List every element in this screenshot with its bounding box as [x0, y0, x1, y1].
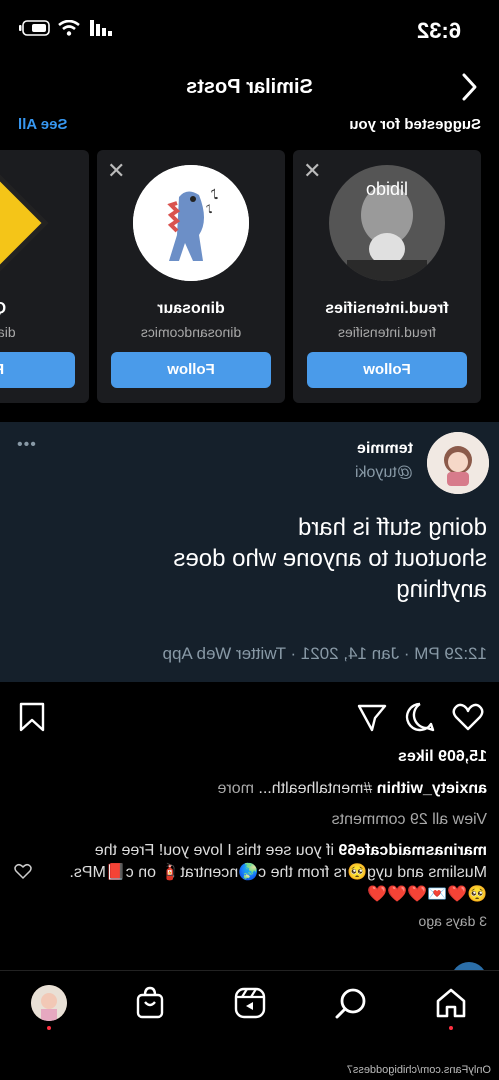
suggested-header: Suggested for you See All [0, 116, 499, 136]
status-icons [18, 20, 112, 36]
tweet-text: doing stuff is hard shoutout to anyone w… [11, 512, 487, 605]
comment: marinasmaidcafe69 if you see this I love… [47, 840, 487, 906]
card-name[interactable]: Qu [0, 300, 89, 318]
follow-button[interactable]: Fo [0, 352, 75, 388]
comment-icon[interactable] [403, 700, 437, 734]
status-bar: 6:32 [0, 0, 499, 60]
bottom-tab-bar: OnlyFans.com/chibigoddess7 [0, 970, 499, 1080]
more-dots-icon: ••• [16, 436, 36, 453]
card-name[interactable]: freud.intensifies [293, 300, 481, 318]
nav-header: Similar Posts [0, 60, 499, 116]
profile-notification-dot [47, 1026, 51, 1030]
watermark: OnlyFans.com/chibigoddess7 [346, 1064, 491, 1076]
comment-username[interactable]: marinasmaidcafe69 [338, 842, 487, 859]
freud-avatar[interactable]: libido [329, 165, 445, 281]
suggested-title: Suggested for you [349, 116, 481, 133]
follow-button[interactable]: Follow [307, 352, 467, 388]
avatar-text: libido [366, 179, 408, 199]
page-title: Similar Posts [186, 76, 313, 98]
signal-icon [90, 20, 112, 36]
likes-count[interactable]: 15,609 likes [398, 748, 487, 766]
card-name[interactable]: dinosaur [97, 300, 285, 318]
post-time-ago: 3 days ago [418, 913, 488, 929]
battery-icon [19, 20, 50, 36]
sign-avatar[interactable] [0, 165, 53, 281]
share-icon[interactable] [355, 700, 389, 734]
tweet-meta: 12:29 PM · Jan 14, 2021 · Twitter Web Ap… [162, 644, 487, 663]
follow-button[interactable]: Follow [111, 352, 271, 388]
tweet-line: doing stuff is hard [297, 514, 487, 541]
card-handle: dinosandcomics [140, 324, 242, 340]
comment-like-heart-icon[interactable] [14, 862, 32, 880]
suggested-section: Suggested for you See All ✕ libido freud… [0, 116, 499, 422]
card-handle: diaryin [0, 324, 16, 340]
caption-text: #mentalhealth... [258, 780, 373, 797]
home-icon[interactable] [433, 985, 469, 1021]
search-icon[interactable] [333, 985, 369, 1021]
status-time: 6:32 [416, 18, 461, 43]
wifi-icon [58, 20, 80, 36]
caption: anxiety_within #mentalhealth... more [218, 780, 487, 798]
svg-text:♪: ♪ [205, 202, 213, 216]
svg-text:♪: ♪ [210, 187, 219, 203]
suggestion-card: ✕ libido freud.intensifies freud.intensi… [293, 150, 481, 403]
view-comments-link[interactable]: View all 29 comments [332, 811, 487, 829]
profile-avatar[interactable] [31, 985, 67, 1021]
bookmark-icon[interactable] [15, 700, 49, 734]
post-actions [0, 696, 499, 740]
tweet-avatar [427, 432, 489, 494]
dismiss-icon[interactable]: ✕ [303, 158, 321, 184]
caption-username[interactable]: anxiety_within [377, 780, 487, 797]
tweet-line: shoutout to anyone who does [173, 545, 487, 572]
tweet-author-name: temmie [356, 440, 413, 457]
tweet-author-handle: @tuyoki [354, 464, 413, 481]
suggestion-card: ✕ ♪ ♪ dinosaur dinosandcomics Follow [97, 150, 285, 403]
tweet-line: anything [396, 576, 487, 603]
dinosaur-avatar[interactable]: ♪ ♪ [133, 165, 249, 281]
see-all-link[interactable]: See All [18, 116, 67, 133]
card-handle: freud.intensifies [337, 324, 437, 340]
reels-icon[interactable] [232, 985, 268, 1021]
post-image-tweet[interactable]: temmie @tuyoki ••• doing stuff is hard s… [0, 422, 499, 682]
home-notification-dot [449, 1026, 453, 1030]
dismiss-icon[interactable]: ✕ [107, 158, 125, 184]
caption-more-link[interactable]: more [218, 780, 254, 797]
shop-bag-icon[interactable] [132, 985, 168, 1021]
suggestion-card: Qu diaryin Fo [0, 150, 89, 403]
like-heart-icon[interactable] [451, 700, 485, 734]
